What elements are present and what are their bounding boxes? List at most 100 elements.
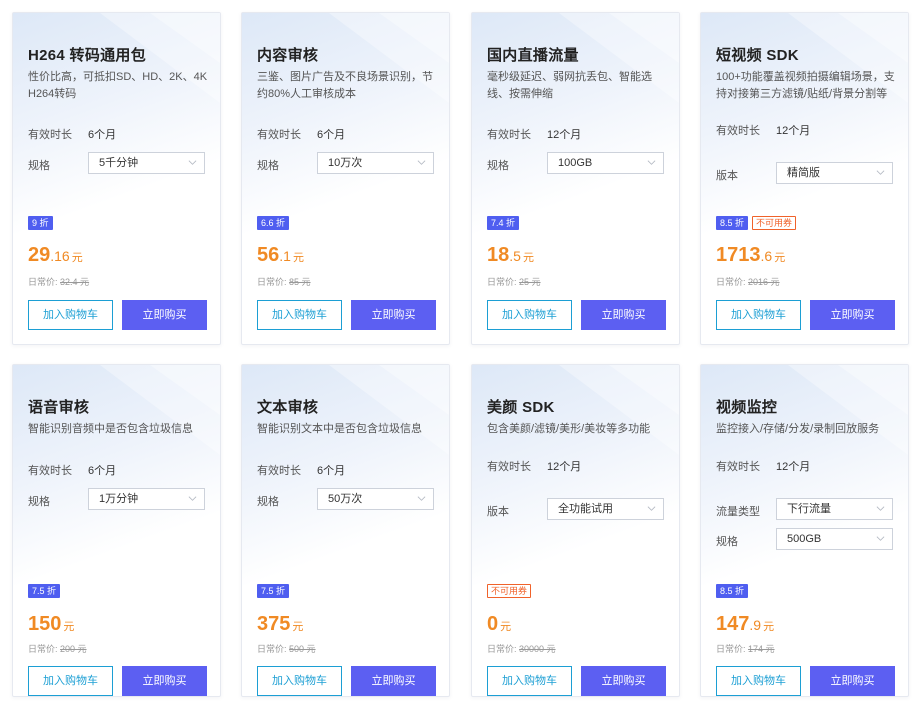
spec-select[interactable]: 100GB (547, 152, 664, 174)
price: 56.1 元 (257, 244, 304, 267)
original-price-value: 500 元 (289, 644, 316, 654)
product-card-short-video-sdk: 短视频 SDK 100+功能覆盖视频拍摄编辑场景，支持对接第三方滤镜/贴纸/背景… (700, 12, 909, 345)
card-description: 性价比高，可抵扣SD、HD、2K、4K H264转码 (28, 71, 208, 100)
price-integer: 18 (487, 244, 510, 266)
chevron-down-icon (417, 160, 426, 165)
duration-value: 6个月 (317, 465, 346, 477)
spec-select[interactable]: 500GB (776, 528, 893, 550)
product-card-text-audit: 文本审核 智能识别文本中是否包含垃圾信息 有效时长 6个月 规格 50万次 7.… (241, 364, 450, 697)
spec-select[interactable]: 50万次 (317, 488, 434, 510)
chevron-down-icon (188, 160, 197, 165)
original-price: 日常价: 30000 元 (487, 642, 556, 655)
original-price-value: 25 元 (519, 277, 541, 287)
original-price: 日常价: 85 元 (257, 275, 311, 288)
product-card-h264: H264 转码通用包 性价比高，可抵扣SD、HD、2K、4K H264转码 有效… (12, 12, 221, 345)
spec-label: 规格 (257, 160, 279, 172)
add-to-cart-button[interactable]: 加入购物车 (28, 300, 113, 330)
price-integer: 29 (28, 244, 51, 266)
original-price-label: 日常价: (257, 277, 287, 287)
spec-select[interactable]: 1万分钟 (88, 488, 205, 510)
duration-label: 有效时长 (716, 125, 760, 137)
original-price-value: 30000 元 (519, 644, 556, 654)
duration-label: 有效时长 (28, 129, 72, 141)
spec-select-value: 100GB (558, 157, 593, 169)
background-decoration (559, 13, 679, 103)
card-description: 三鉴、图片广告及不良场景识别，节约80%人工审核成本 (257, 71, 433, 100)
price: 375 元 (257, 613, 303, 636)
add-to-cart-button[interactable]: 加入购物车 (716, 666, 801, 696)
buy-now-button[interactable]: 立即购买 (581, 300, 666, 330)
duration-label: 有效时长 (487, 461, 531, 473)
buy-now-button[interactable]: 立即购买 (351, 666, 436, 696)
card-title: 语音审核 (28, 399, 90, 416)
background-decoration (100, 365, 220, 455)
price-integer: 147 (716, 613, 750, 635)
buy-now-button[interactable]: 立即购买 (122, 300, 207, 330)
add-to-cart-button[interactable]: 加入购物车 (257, 666, 342, 696)
version-select[interactable]: 精简版 (776, 162, 893, 184)
original-price-label: 日常价: (487, 644, 517, 654)
discount-badge: 7.5 折 (257, 584, 290, 598)
traffic-type-select[interactable]: 下行流量 (776, 498, 893, 520)
product-card-video-surveillance: 视频监控 监控接入/存储/分发/录制回放服务 有效时长 12个月 流量类型 下行… (700, 364, 909, 697)
price-unit: 元 (774, 252, 786, 264)
card-description: 毫秒级延迟、弱网抗丢包、智能选线、按需伸缩 (487, 71, 652, 100)
price-unit: 元 (500, 621, 512, 633)
card-description: 100+功能覆盖视频拍摄编辑场景，支持对接第三方滤镜/贴纸/背景分割等 (716, 71, 895, 100)
buy-now-button[interactable]: 立即购买 (810, 666, 895, 696)
traffic-type-label: 流量类型 (716, 506, 760, 518)
original-price-label: 日常价: (716, 644, 746, 654)
buy-now-button[interactable]: 立即购买 (351, 300, 436, 330)
price-decimal: .6 (760, 248, 773, 264)
chevron-down-icon (876, 536, 885, 541)
version-select[interactable]: 全功能试用 (547, 498, 664, 520)
spec-select-value: 50万次 (328, 493, 363, 505)
version-select-value: 精简版 (787, 167, 820, 179)
price-integer: 1713 (716, 244, 761, 266)
original-price: 日常价: 200 元 (28, 642, 87, 655)
discount-badge: 8.5 折 (716, 216, 749, 230)
duration-value: 12个月 (547, 461, 582, 473)
add-to-cart-button[interactable]: 加入购物车 (487, 666, 572, 696)
discount-badge: 6.6 折 (257, 216, 290, 230)
price-integer: 0 (487, 613, 499, 635)
spec-select-value: 5千分钟 (99, 157, 139, 169)
spec-select[interactable]: 5千分钟 (88, 152, 205, 174)
price-unit: 元 (63, 621, 75, 633)
duration-label: 有效时长 (257, 129, 301, 141)
buy-now-button[interactable]: 立即购买 (810, 300, 895, 330)
add-to-cart-button[interactable]: 加入购物车 (487, 300, 572, 330)
spec-select[interactable]: 10万次 (317, 152, 434, 174)
original-price: 日常价: 32.4 元 (28, 275, 89, 288)
original-price: 日常价: 2016 元 (716, 275, 780, 288)
add-to-cart-button[interactable]: 加入购物车 (257, 300, 342, 330)
add-to-cart-button[interactable]: 加入购物车 (28, 666, 113, 696)
duration-label: 有效时长 (257, 465, 301, 477)
spec-label: 规格 (487, 160, 509, 172)
buy-now-button[interactable]: 立即购买 (581, 666, 666, 696)
original-price-label: 日常价: (257, 644, 287, 654)
original-price-value: 200 元 (60, 644, 87, 654)
card-description: 智能识别音频中是否包含垃圾信息 (28, 423, 193, 435)
spec-label: 规格 (257, 496, 279, 508)
price-unit: 元 (763, 621, 775, 633)
original-price-label: 日常价: (28, 277, 58, 287)
card-title: 内容审核 (257, 47, 319, 64)
buy-now-button[interactable]: 立即购买 (122, 666, 207, 696)
original-price-value: 2016 元 (748, 277, 780, 287)
discount-badge: 7.4 折 (487, 216, 520, 230)
no-coupon-badge: 不可用券 (752, 216, 797, 230)
add-to-cart-button[interactable]: 加入购物车 (716, 300, 801, 330)
spec-select-value: 1万分钟 (99, 493, 139, 505)
card-title: 视频监控 (716, 399, 778, 416)
chevron-down-icon (876, 506, 885, 511)
version-label: 版本 (487, 506, 509, 518)
card-description: 智能识别文本中是否包含垃圾信息 (257, 423, 422, 435)
duration-value: 12个月 (776, 461, 811, 473)
original-price: 日常价: 174 元 (716, 642, 775, 655)
product-card-live-traffic: 国内直播流量 毫秒级延迟、弱网抗丢包、智能选线、按需伸缩 有效时长 12个月 规… (471, 12, 680, 345)
card-description: 包含美颜/滤镜/美形/美妆等多功能 (487, 423, 651, 435)
price: 147.9 元 (716, 613, 774, 636)
spec-select-value: 10万次 (328, 157, 363, 169)
original-price-value: 174 元 (748, 644, 775, 654)
